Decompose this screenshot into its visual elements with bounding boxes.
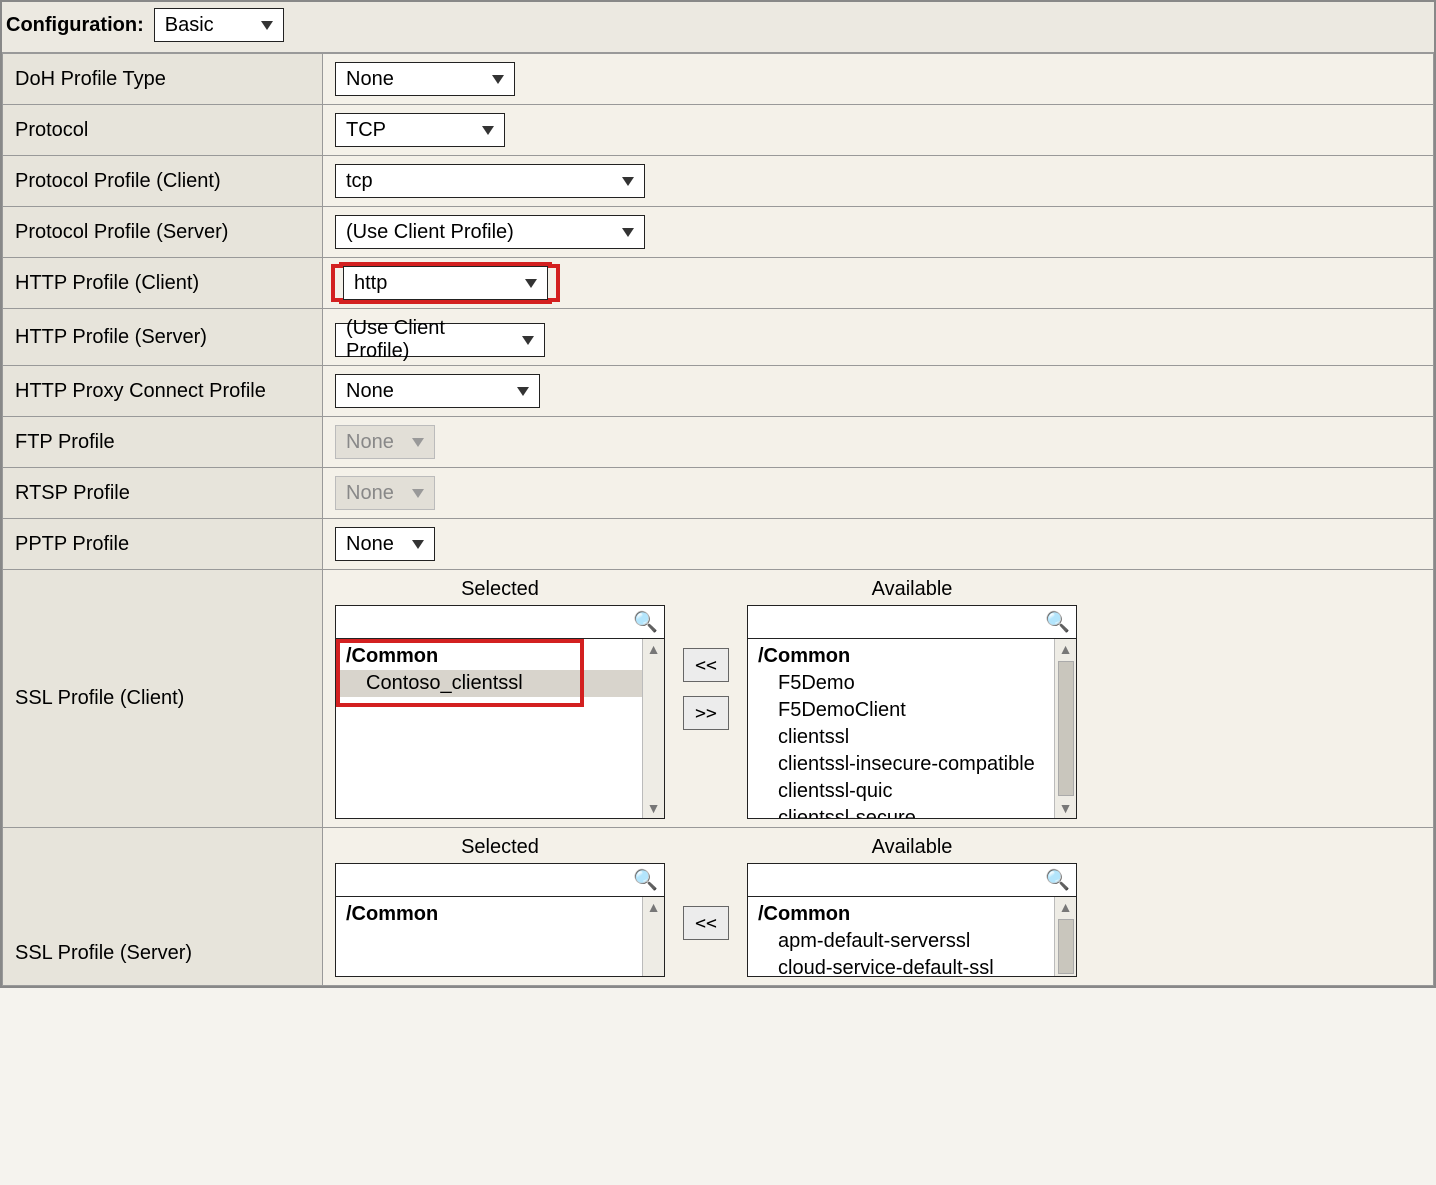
list-item[interactable]: Contoso_clientssl xyxy=(336,670,642,697)
label-ssl-client: SSL Profile (Client) xyxy=(3,570,323,828)
list-group: /Common xyxy=(336,643,642,670)
label-protocol: Protocol xyxy=(3,105,323,156)
scrollbar[interactable]: ▲ ▼ xyxy=(642,639,664,818)
ssl-client-selected-list[interactable]: /Common Contoso_clientssl ▲ ▼ xyxy=(335,639,665,819)
label-doh: DoH Profile Type xyxy=(3,54,323,105)
config-mode-select[interactable]: Basic xyxy=(154,8,284,42)
http-profile-client-select[interactable]: http xyxy=(343,266,548,300)
ssl-client-available-search[interactable]: 🔍 xyxy=(747,605,1077,639)
chevron-down-icon xyxy=(522,336,534,345)
list-item[interactable]: apm-default-serverssl xyxy=(748,928,1054,955)
ssl-server-available-search[interactable]: 🔍 xyxy=(747,863,1077,897)
label-pp-server: Protocol Profile (Server) xyxy=(3,207,323,258)
search-input[interactable] xyxy=(336,606,664,638)
list-group: /Common xyxy=(748,901,1054,928)
http-client-highlight: http xyxy=(335,268,556,298)
scrollbar[interactable]: ▲ xyxy=(642,897,664,976)
scroll-up-icon: ▲ xyxy=(1059,639,1073,659)
scroll-down-icon: ▼ xyxy=(647,798,661,818)
list-item[interactable]: clientssl-secure xyxy=(748,805,1054,818)
http-proxy-connect-select[interactable]: None xyxy=(335,374,540,408)
move-left-button[interactable]: << xyxy=(683,648,729,682)
list-item[interactable]: clientssl-quic xyxy=(748,778,1054,805)
selected-header: Selected xyxy=(335,578,665,605)
config-header-label: Configuration: xyxy=(6,14,144,37)
list-item[interactable]: F5Demo xyxy=(748,670,1054,697)
ftp-profile-select: None xyxy=(335,425,435,459)
config-mode-value: Basic xyxy=(165,14,214,37)
chevron-down-icon xyxy=(492,75,504,84)
label-pp-client: Protocol Profile (Client) xyxy=(3,156,323,207)
search-input[interactable] xyxy=(748,864,1076,896)
protocol-profile-client-select[interactable]: tcp xyxy=(335,164,645,198)
config-panel: Configuration: Basic DoH Profile Type No… xyxy=(0,0,1436,988)
list-item[interactable]: clientssl xyxy=(748,724,1054,751)
scrollbar-thumb[interactable] xyxy=(1058,661,1074,796)
list-group: /Common xyxy=(748,643,1054,670)
available-header: Available xyxy=(747,578,1077,605)
chevron-down-icon xyxy=(412,540,424,549)
rtsp-profile-select: None xyxy=(335,476,435,510)
selected-header: Selected xyxy=(335,836,665,863)
chevron-down-icon xyxy=(622,177,634,186)
scrollbar-thumb[interactable] xyxy=(1058,919,1074,974)
chevron-down-icon xyxy=(482,126,494,135)
scrollbar[interactable]: ▲ ▼ xyxy=(1054,639,1076,818)
move-right-button[interactable]: >> xyxy=(683,696,729,730)
config-form: DoH Profile Type None Protocol TCP Proto… xyxy=(2,53,1434,986)
ssl-server-available-list[interactable]: /Common apm-default-serversslcloud-servi… xyxy=(747,897,1077,977)
move-left-button[interactable]: << xyxy=(683,906,729,940)
chevron-down-icon xyxy=(412,438,424,447)
ssl-client-available-list[interactable]: /Common F5DemoF5DemoClientclientsslclien… xyxy=(747,639,1077,819)
list-item[interactable]: cloud-service-default-ssl xyxy=(748,955,1054,976)
ssl-server-picker: Selected 🔍 /Common ▲ xyxy=(335,836,1421,977)
label-http-client: HTTP Profile (Client) xyxy=(3,258,323,309)
chevron-down-icon xyxy=(412,489,424,498)
label-ftp: FTP Profile xyxy=(3,417,323,468)
protocol-profile-server-select[interactable]: (Use Client Profile) xyxy=(335,215,645,249)
scroll-up-icon: ▲ xyxy=(647,897,661,917)
ssl-client-selected-search[interactable]: 🔍 xyxy=(335,605,665,639)
config-header: Configuration: Basic xyxy=(2,2,1434,53)
http-profile-server-select[interactable]: (Use Client Profile) xyxy=(335,323,545,357)
chevron-down-icon xyxy=(622,228,634,237)
list-item[interactable]: F5DemoClient xyxy=(748,697,1054,724)
label-http-proxy: HTTP Proxy Connect Profile xyxy=(3,366,323,417)
pptp-profile-select[interactable]: None xyxy=(335,527,435,561)
protocol-select[interactable]: TCP xyxy=(335,113,505,147)
ssl-server-selected-search[interactable]: 🔍 xyxy=(335,863,665,897)
ssl-client-picker: Selected 🔍 /Common Contoso_clientssl ▲ xyxy=(335,578,1421,819)
scroll-down-icon: ▼ xyxy=(1059,798,1073,818)
chevron-down-icon xyxy=(261,21,273,30)
scrollbar[interactable]: ▲ xyxy=(1054,897,1076,976)
search-input[interactable] xyxy=(336,864,664,896)
label-rtsp: RTSP Profile xyxy=(3,468,323,519)
chevron-down-icon xyxy=(517,387,529,396)
chevron-down-icon xyxy=(525,279,537,288)
scroll-up-icon: ▲ xyxy=(647,639,661,659)
doh-select[interactable]: None xyxy=(335,62,515,96)
available-header: Available xyxy=(747,836,1077,863)
label-http-server: HTTP Profile (Server) xyxy=(3,309,323,366)
ssl-server-selected-list[interactable]: /Common ▲ xyxy=(335,897,665,977)
label-pptp: PPTP Profile xyxy=(3,519,323,570)
label-ssl-server: SSL Profile (Server) xyxy=(3,828,323,986)
list-item[interactable]: clientssl-insecure-compatible xyxy=(748,751,1054,778)
scroll-up-icon: ▲ xyxy=(1059,897,1073,917)
search-input[interactable] xyxy=(748,606,1076,638)
list-group: /Common xyxy=(336,901,642,928)
